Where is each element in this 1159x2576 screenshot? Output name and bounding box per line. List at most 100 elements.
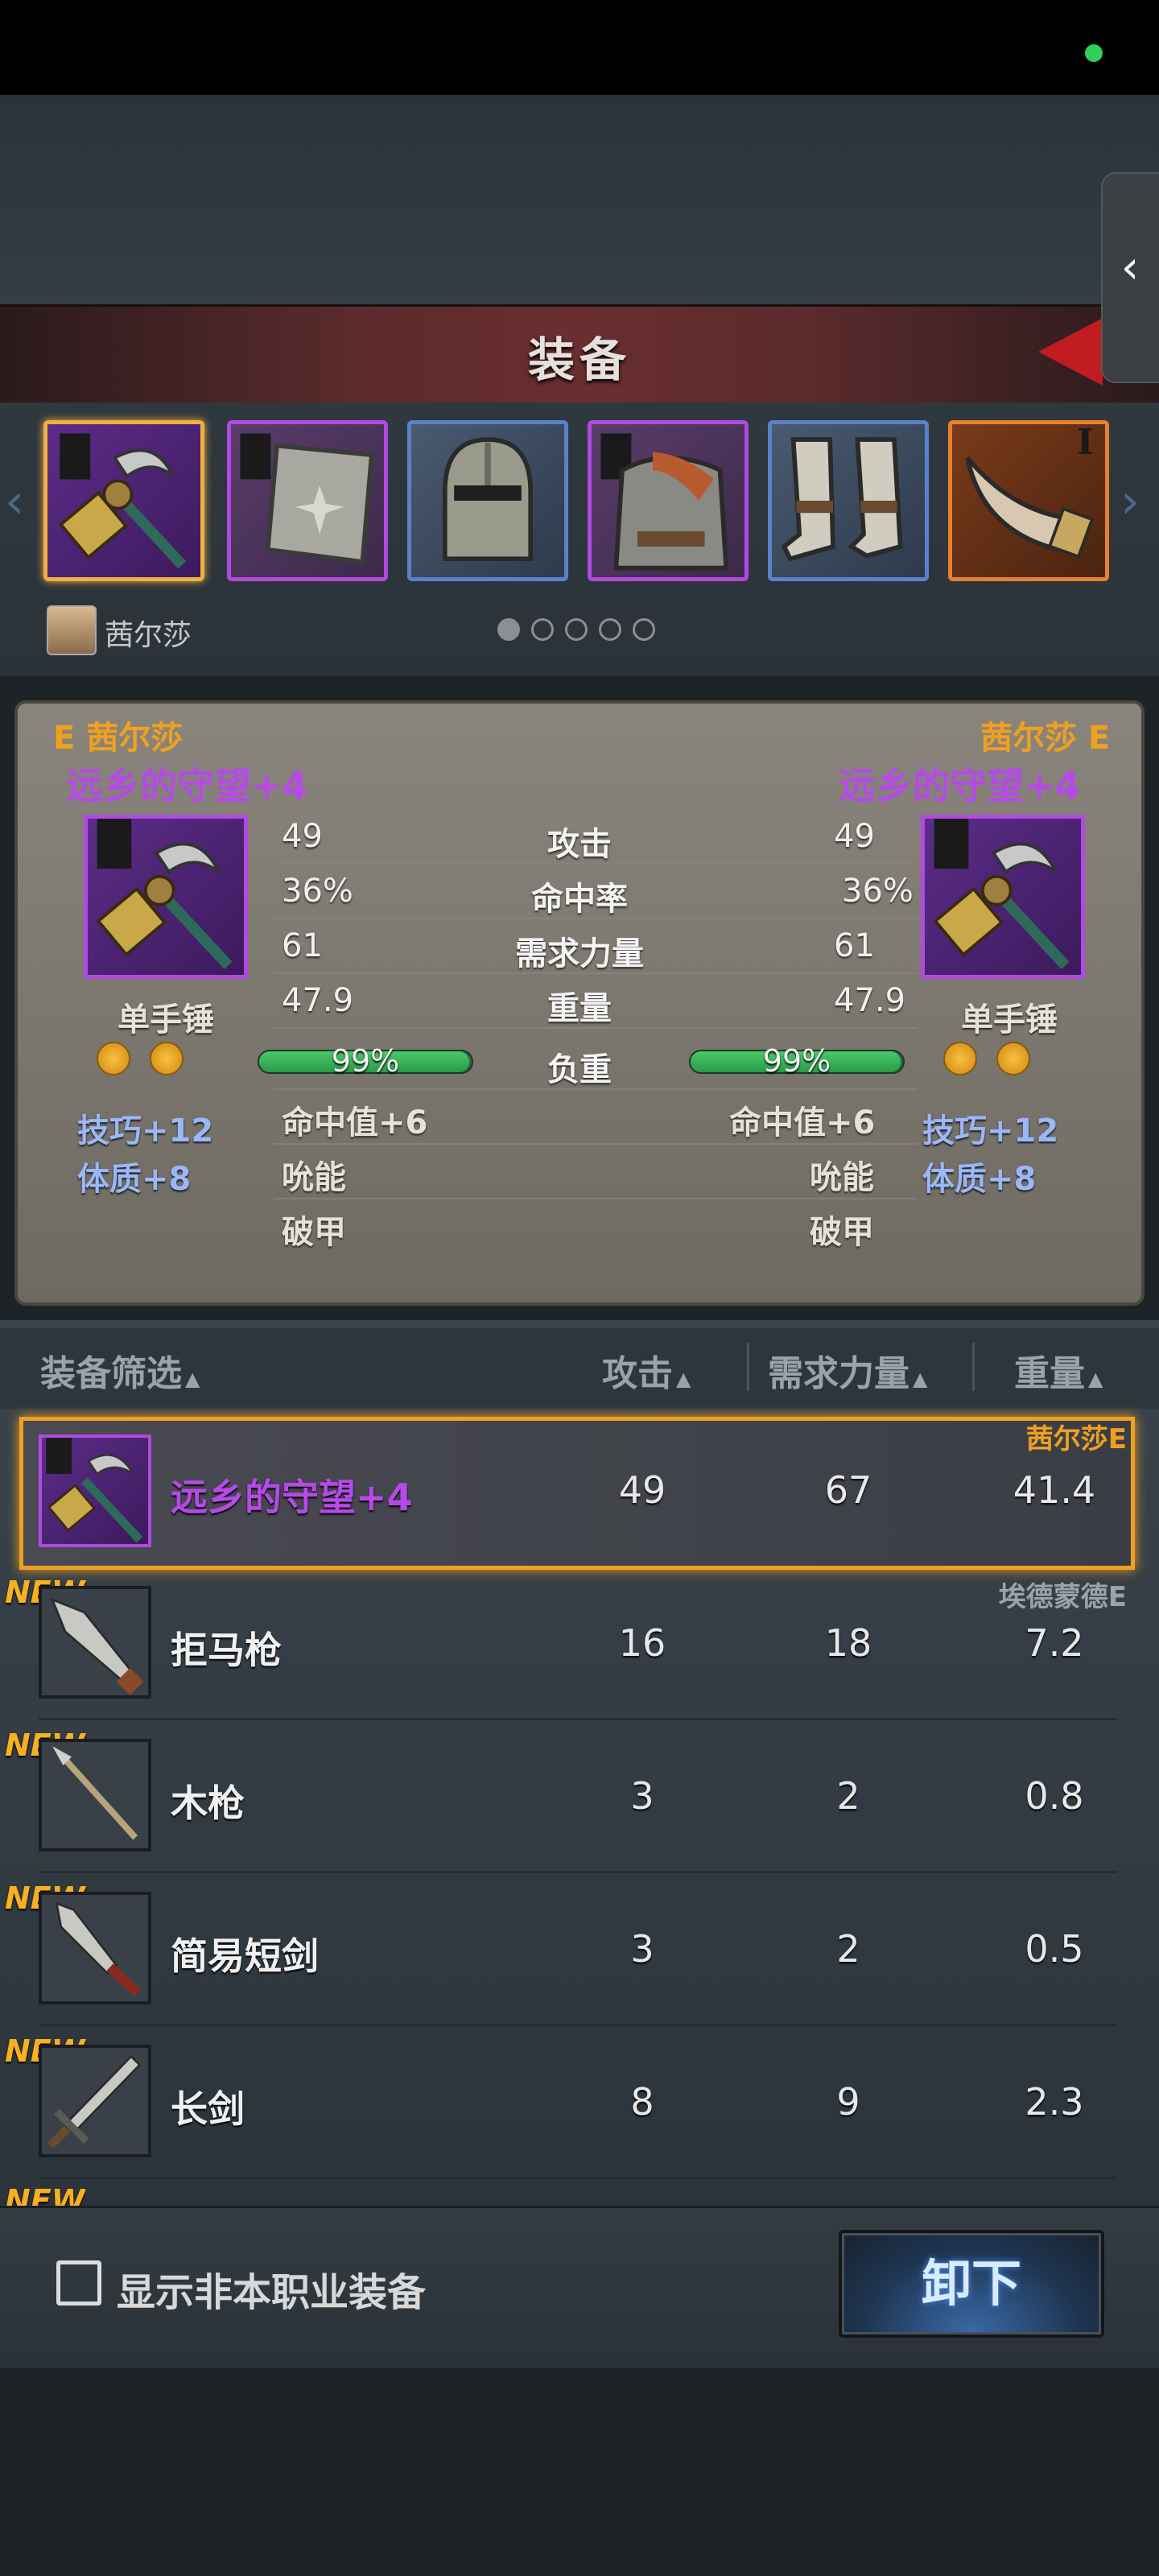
unequip-button[interactable]: 卸下: [839, 2230, 1104, 2338]
avatar: [47, 605, 97, 655]
page-title: 装备: [527, 332, 631, 387]
divider: [39, 1718, 1117, 1720]
slot-armor[interactable]: [588, 420, 749, 581]
label-weight: 重量: [547, 990, 612, 1027]
slot-shield[interactable]: [227, 420, 388, 581]
row-req-strength: 9: [836, 2080, 860, 2124]
shield-icon: [240, 433, 374, 565]
sort-weight-header[interactable]: 重量 ▲: [1014, 1344, 1103, 1396]
new-badge-partial: NEW: [5, 2183, 85, 2207]
page-dot-5[interactable]: [633, 618, 655, 641]
divider: [39, 1871, 1117, 1873]
left-item-name: 远乡的守望+4: [66, 764, 308, 807]
row-attack: 49: [618, 1468, 666, 1512]
filter-header-label: 装备筛选: [40, 1353, 182, 1394]
bottom-background: [0, 2368, 1159, 2576]
armor-icon: [600, 433, 729, 571]
sort-triangle-icon: ▲: [913, 1368, 928, 1390]
sort-req-strength-label: 需求力量: [768, 1353, 909, 1394]
right-item-name: 远乡的守望+4: [839, 764, 1081, 807]
row-item-icon: [39, 1435, 151, 1547]
label-load: 负重: [547, 1051, 612, 1088]
sort-req-strength-header[interactable]: 需求力量 ▲: [768, 1344, 927, 1396]
row-owner: 茜尔莎E: [1025, 1423, 1127, 1455]
right-weight: 47.9: [834, 982, 906, 1019]
hammer-icon: [58, 433, 187, 569]
row-item-icon: [39, 2045, 151, 2157]
row-item-name: 长剑: [171, 2087, 245, 2131]
label-attack: 攻击: [547, 826, 612, 863]
character-name: 茜尔莎: [105, 619, 192, 652]
header-divider: [747, 1343, 749, 1391]
slot-weapon-hammer[interactable]: [43, 420, 204, 581]
divider: [274, 1198, 918, 1199]
sort-triangle-icon: ▲: [676, 1368, 691, 1390]
page-indicator: [497, 618, 666, 641]
left-effect-3: 破甲: [282, 1214, 346, 1251]
left-owner: E 茜尔莎: [53, 720, 184, 757]
row-weight: 41.4: [1013, 1468, 1096, 1512]
left-bonus-2: 体质+8: [77, 1161, 192, 1198]
page-dot-2[interactable]: [531, 618, 554, 641]
spear-icon: [50, 1597, 144, 1695]
row-req-strength: 67: [824, 1468, 872, 1512]
short-sword-icon: [55, 1901, 141, 1996]
left-effect-1: 命中值+6: [282, 1104, 428, 1141]
chevron-left-icon[interactable]: ‹: [1104, 242, 1156, 294]
right-hit-rate: 36%: [842, 873, 914, 910]
row-attack: 3: [630, 1927, 654, 1971]
long-sword-icon: [47, 2054, 142, 2149]
row-item-name: 简易短剑: [171, 1934, 319, 1978]
row-attack: 8: [630, 2080, 654, 2124]
divider: [274, 1143, 918, 1145]
label-req-strength: 需求力量: [515, 935, 644, 972]
right-effect-3: 破甲: [810, 1214, 874, 1251]
divider: [39, 2177, 1117, 2179]
page-dot-3[interactable]: [565, 618, 588, 641]
show-other-class-label[interactable]: 显示非本职业装备: [117, 2260, 426, 2317]
slot-tier-badge: I: [1077, 422, 1094, 463]
left-bonus-1: 技巧+12: [77, 1113, 214, 1150]
right-attack: 49: [834, 818, 875, 855]
slot-helmet[interactable]: [407, 420, 568, 581]
hammer-icon: [46, 1438, 143, 1543]
page-dot-1[interactable]: [497, 618, 520, 641]
slots-prev-arrow-icon[interactable]: ‹: [5, 473, 24, 530]
show-other-class-checkbox[interactable]: [56, 2260, 101, 2306]
slot-boots[interactable]: [768, 420, 929, 581]
page-dot-4[interactable]: [599, 618, 621, 641]
row-weight: 2.3: [1025, 2080, 1084, 2124]
label-hit-rate: 命中率: [531, 881, 628, 918]
sort-attack-label: 攻击: [602, 1353, 673, 1394]
slots-next-arrow-icon[interactable]: ›: [1120, 473, 1140, 530]
sort-triangle-icon: ▲: [1088, 1368, 1103, 1390]
red-arrow-indicator: [1038, 318, 1103, 386]
status-indicator-dot: [1085, 44, 1103, 62]
right-req-strength: 61: [834, 927, 875, 964]
row-item-icon: [39, 1892, 151, 2004]
right-effect-1: 命中值+6: [729, 1104, 876, 1141]
unequip-button-label: 卸下: [921, 2254, 1021, 2313]
sort-triangle-icon: ▲: [185, 1368, 200, 1390]
row-attack: 16: [618, 1621, 666, 1665]
sort-attack-header[interactable]: 攻击 ▲: [602, 1344, 691, 1396]
right-effect-2: 吮能: [810, 1159, 874, 1196]
header-divider: [972, 1343, 975, 1391]
boots-icon: [781, 437, 903, 562]
sort-weight-label: 重量: [1014, 1353, 1085, 1394]
right-bonus-2: 体质+8: [922, 1161, 1037, 1198]
left-effect-2: 吮能: [282, 1159, 346, 1196]
row-req-strength: 2: [836, 1774, 860, 1818]
top-background: [0, 95, 1159, 306]
row-weight: 7.2: [1025, 1621, 1084, 1665]
row-item-name: 木枪: [171, 1781, 245, 1825]
wooden-spear-icon: [52, 1746, 138, 1840]
row-req-strength: 2: [836, 1927, 860, 1971]
row-weight: 0.5: [1025, 1927, 1084, 1971]
filter-header[interactable]: 装备筛选 ▲: [40, 1344, 200, 1396]
divider: [39, 2024, 1117, 2026]
row-attack: 3: [630, 1774, 654, 1818]
row-req-strength: 18: [824, 1621, 872, 1665]
right-load-value: 99%: [762, 1043, 831, 1079]
right-owner: 茜尔莎 E: [980, 720, 1111, 757]
